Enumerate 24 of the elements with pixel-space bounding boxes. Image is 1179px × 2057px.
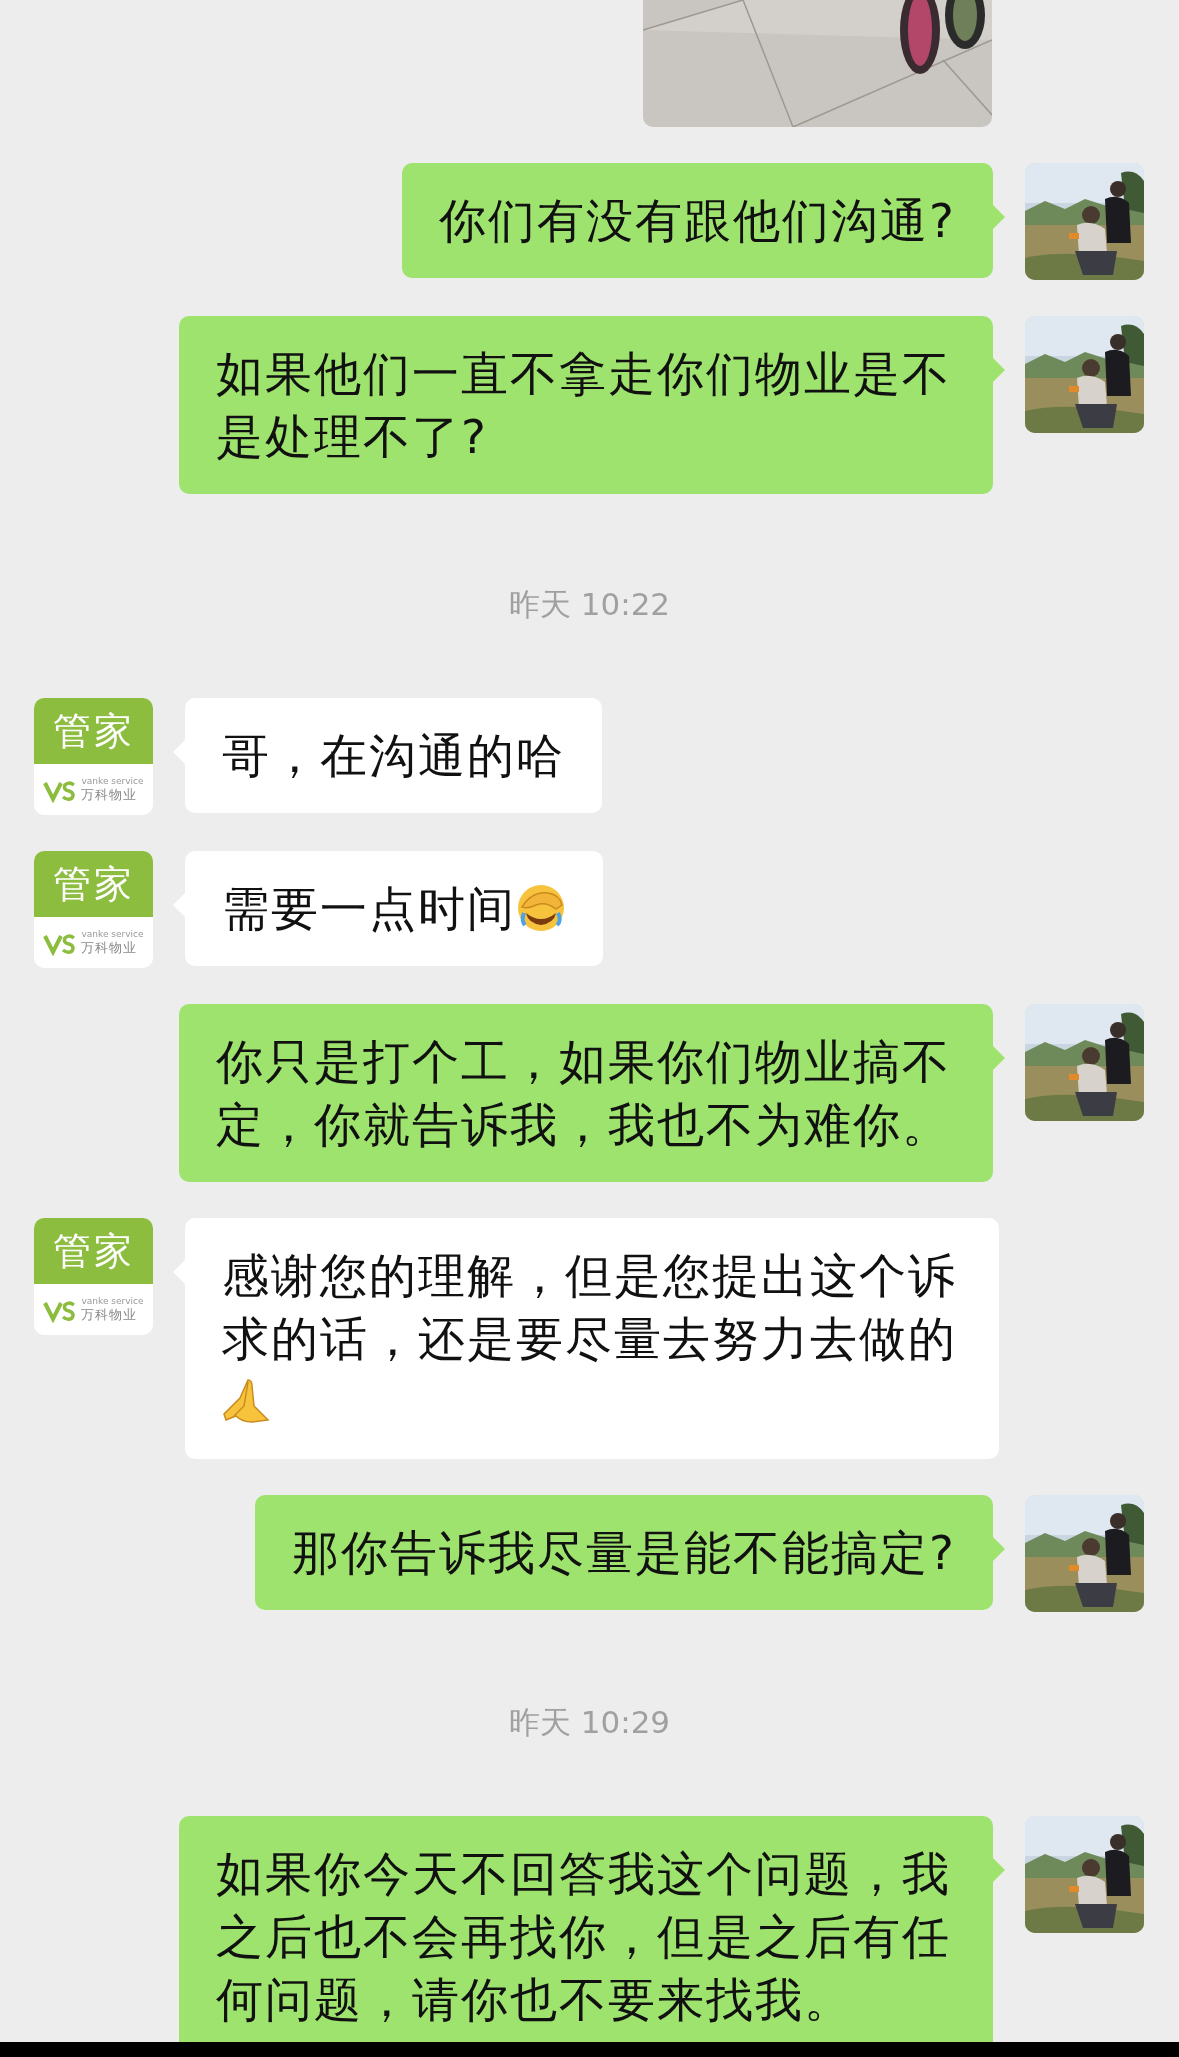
avatar[interactable]: 管家 vanke service 万科物业	[34, 1218, 153, 1335]
message-text: 如果你今天不回答我这个问题，我之后也不会再找你，但是之后有任何问题，请你也不要来找我。	[216, 1846, 951, 2027]
message-text: 感谢您的理解，但是您提出这个诉求的话，还是要尽量去努力去做的	[222, 1248, 957, 1366]
brand-name: 万科物业	[81, 787, 138, 803]
message-text: 你只是打个工，如果你们物业搞不定，你就告诉我，我也不为难你。	[216, 1034, 951, 1152]
message-text: 如果他们一直不拿走你们物业是不是处理不了?	[216, 346, 951, 464]
brand-name: 万科物业	[81, 940, 138, 956]
praying-hands-icon	[222, 1376, 272, 1426]
avatar-title: 管家	[52, 711, 135, 751]
message-text: 哥，在沟通的哈	[222, 728, 565, 783]
brand-text: vanke service	[81, 776, 144, 787]
brand-text: vanke service	[81, 1296, 144, 1307]
timestamp: 昨天 10:29	[508, 1704, 671, 1740]
avatar-title: 管家	[52, 864, 135, 904]
brand-name: 万科物业	[81, 1307, 138, 1323]
timestamp: 昨天 10:22	[508, 586, 671, 622]
avatar-title: 管家	[52, 1231, 135, 1271]
facepalm-emoji-icon	[516, 883, 566, 933]
message-text: 那你告诉我尽量是能不能搞定?	[292, 1525, 956, 1580]
message-text: 你们有没有跟他们沟通?	[439, 193, 956, 248]
avatar[interactable]: 管家 vanke service 万科物业	[34, 851, 153, 968]
brand-text: vanke service	[81, 929, 144, 940]
message-text: 需要一点时间	[222, 881, 516, 936]
avatar[interactable]: 管家 vanke service 万科物业	[34, 698, 153, 815]
